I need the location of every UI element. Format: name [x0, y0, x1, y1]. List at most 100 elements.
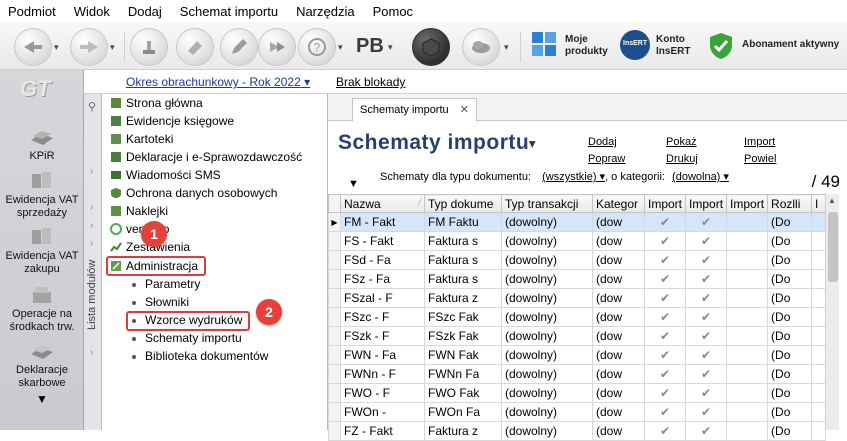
- table-cell: [811, 250, 827, 270]
- column-header[interactable]: Nazwa ⁄: [340, 194, 425, 213]
- forward-doc-button[interactable]: [258, 28, 296, 66]
- leftbar-item-kpir[interactable]: KPiR: [0, 126, 84, 163]
- menu-schemat-importu[interactable]: Schemat importu: [180, 4, 278, 19]
- edit-button[interactable]: [220, 28, 258, 66]
- tab-strip: Schematy importu ✕: [328, 94, 847, 122]
- brak-blokady-link[interactable]: Brak blokady: [336, 75, 405, 89]
- chevron-right-icon[interactable]: ›: [90, 321, 93, 332]
- table-row[interactable]: FSzc - F FSzc Fak (dowolny) (dow ✔ ✔ (Do: [328, 307, 827, 327]
- powiel-link[interactable]: Powiel: [744, 153, 776, 165]
- pokaz-link[interactable]: Pokaż: [666, 136, 697, 148]
- menu-podmiot[interactable]: Podmiot: [8, 4, 56, 19]
- leftbar-item-vat-zakupu[interactable]: Ewidencja VAT zakupu: [0, 226, 84, 276]
- drukuj-link[interactable]: Drukuj: [666, 153, 698, 165]
- chevron-right-icon[interactable]: ›: [90, 293, 93, 304]
- page-title[interactable]: Schematy importu▾: [338, 131, 536, 155]
- scroll-up-icon[interactable]: ▲: [828, 196, 836, 205]
- table-row[interactable]: FWN - Fa FWN Fak (dowolny) (dow ✔ ✔ (Do: [328, 345, 827, 365]
- main-content: Schematy importu ✕ Schematy importu▾ Dod…: [328, 94, 847, 441]
- question-icon: ?: [308, 38, 326, 56]
- pin-icon[interactable]: ⚲: [88, 100, 96, 113]
- tab-schematy-importu[interactable]: Schematy importu ✕: [352, 98, 477, 122]
- stamp-button[interactable]: [130, 28, 168, 66]
- column-header[interactable]: Kategor: [592, 194, 645, 213]
- table-row[interactable]: FZ - Fakt Faktura z (dowolny) (dow ✔ ✔ (Do: [328, 421, 827, 441]
- nav-sub-biblioteka-dokumentow[interactable]: Biblioteka dokumentów: [132, 347, 268, 365]
- column-header[interactable]: Typ transakcji: [501, 194, 593, 213]
- forward-button[interactable]: [70, 28, 108, 66]
- menu-dodaj[interactable]: Dodaj: [128, 4, 162, 19]
- document-type-select[interactable]: (wszystkie) ▾: [542, 171, 605, 183]
- leftbar-item-deklaracje-skarbowe[interactable]: Deklaracje skarbowe: [0, 340, 84, 390]
- chevron-right-icon[interactable]: ›: [90, 238, 93, 249]
- check-cell: ✔: [685, 402, 728, 422]
- close-icon[interactable]: ✕: [460, 103, 469, 116]
- back-dropdown-icon[interactable]: ▾: [54, 42, 59, 53]
- vertical-scrollbar[interactable]: ▲: [825, 194, 839, 430]
- column-header[interactable]: Typ dokume: [424, 194, 502, 213]
- column-menu-icon[interactable]: ▼: [348, 178, 359, 190]
- leftbar-scroll-down-icon[interactable]: ▼: [36, 392, 48, 406]
- bullet-icon: [132, 336, 136, 341]
- help-button[interactable]: ?: [298, 28, 336, 66]
- leftbar-item-vat-sprzedazy[interactable]: Ewidencja VAT sprzedaży: [0, 170, 84, 220]
- table-row[interactable]: FWNn - F FWNn Fa (dowolny) (dow ✔ ✔ (Do: [328, 364, 827, 384]
- abonament-label[interactable]: Abonament aktywny: [742, 39, 839, 51]
- dodaj-link[interactable]: Dodaj: [588, 136, 617, 148]
- konto-insert-label[interactable]: Konto InsERT: [656, 34, 690, 58]
- nav-sub-schematy-importu[interactable]: Schematy importu: [132, 329, 242, 347]
- column-header[interactable]: Import: [685, 194, 728, 213]
- table-cell: (Do: [767, 383, 813, 403]
- sms-icon: [111, 171, 121, 179]
- table-row[interactable]: FS - Fakt Faktura s (dowolny) (dow ✔ ✔ (Do: [328, 231, 827, 251]
- table-row[interactable]: FWOn - FWOn Fa (dowolny) (dow ✔ ✔ (Do: [328, 402, 827, 422]
- table-row[interactable]: FSzal - F Faktura z (dowolny) (dow ✔ ✔ (Do: [328, 288, 827, 308]
- category-select[interactable]: (dowolna) ▾: [672, 171, 729, 183]
- row-indicator-header: [328, 194, 341, 213]
- chevron-right-icon[interactable]: ›: [90, 347, 93, 358]
- konto-insert-button[interactable]: InsERT: [620, 30, 650, 60]
- import-link[interactable]: Import: [744, 136, 775, 148]
- moje-produkty-button[interactable]: [530, 30, 558, 58]
- column-header[interactable]: Import: [643, 194, 687, 213]
- help-dropdown-icon[interactable]: ▾: [338, 42, 343, 53]
- table-row[interactable]: FWO - F FWO Fak (dowolny) (dow ✔ ✔ (Do: [328, 383, 827, 403]
- back-button[interactable]: [14, 28, 52, 66]
- moje-produkty-label[interactable]: Moje produkty: [565, 34, 608, 58]
- nav-sub-parametry[interactable]: Parametry: [132, 275, 200, 293]
- gt-logo: GT: [20, 76, 51, 101]
- abonament-button[interactable]: [708, 32, 734, 60]
- eraser-button[interactable]: [176, 28, 214, 66]
- table-row[interactable]: FSzk - F FSzk Fak (dowolny) (dow ✔ ✔ (Do: [328, 326, 827, 346]
- highlight-administracja: [106, 256, 206, 276]
- chevron-right-icon[interactable]: ›: [90, 202, 93, 213]
- cloud-button[interactable]: [462, 28, 500, 66]
- scrollbar-thumb[interactable]: [828, 212, 838, 282]
- table-row[interactable]: FSd - Fa Faktura s (dowolny) (dow ✔ ✔ (Do: [328, 250, 827, 270]
- cloud-icon: [472, 41, 490, 53]
- okres-obrachunkowy-link[interactable]: Okres obrachunkowy - Rok 2022 ▾: [126, 75, 310, 89]
- chevron-right-icon[interactable]: ›: [90, 166, 93, 177]
- table-cell: (dowolny): [501, 288, 593, 308]
- chevron-right-icon[interactable]: ›: [90, 220, 93, 231]
- forward-dropdown-icon[interactable]: ▾: [110, 42, 115, 53]
- table-cell: (dowolny): [501, 326, 593, 346]
- table-row[interactable]: FSz - Fa Faktura s (dowolny) (dow ✔ ✔ (Do: [328, 269, 827, 289]
- menu-widok[interactable]: Widok: [74, 4, 110, 19]
- column-header[interactable]: Rozlli: [767, 194, 813, 213]
- column-header[interactable]: Import: [726, 194, 769, 213]
- menu-pomoc[interactable]: Pomoc: [373, 4, 413, 19]
- column-header[interactable]: I: [811, 194, 827, 213]
- popraw-link[interactable]: Popraw: [588, 153, 625, 165]
- menu-narzedzia[interactable]: Narzędzia: [296, 4, 355, 19]
- cube-button[interactable]: [412, 28, 450, 66]
- pb-dropdown-icon[interactable]: ▾: [388, 42, 393, 53]
- cloud-dropdown-icon[interactable]: ▾: [504, 42, 509, 53]
- toolbar: ▾ ▾ ? ▾ PB ▾ ▾ Moje produkty InsERT Kont…: [0, 22, 847, 70]
- row-indicator: [328, 402, 341, 422]
- nav-sub-label: Parametry: [145, 277, 201, 291]
- leftbar-item-srodki-trwale[interactable]: Operacje na środkach trw.: [0, 284, 84, 334]
- pb-button[interactable]: PB: [356, 35, 384, 58]
- nav-sub-slowniki[interactable]: Słowniki: [132, 293, 189, 311]
- table-row[interactable]: ▶ FM - Fakt FM Faktu (dowolny) (dow ✔ ✔ (Do: [328, 212, 827, 232]
